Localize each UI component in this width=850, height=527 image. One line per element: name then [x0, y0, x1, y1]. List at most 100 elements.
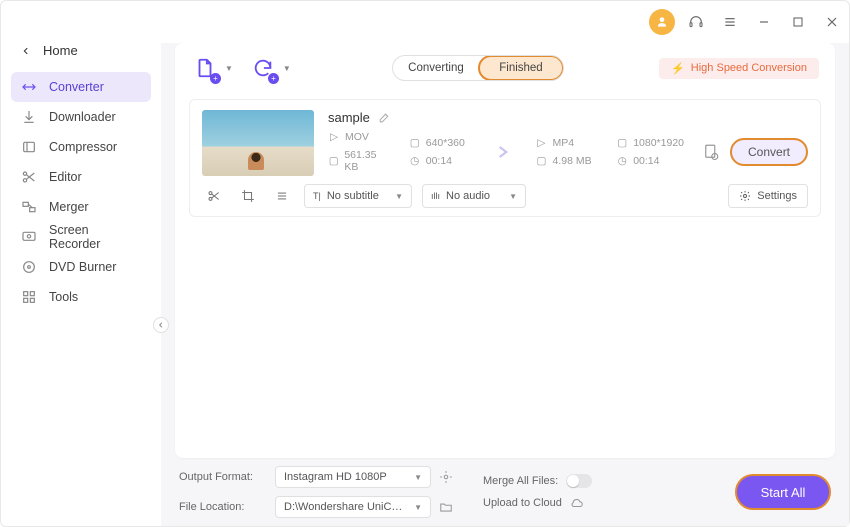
audio-value: No audio	[446, 190, 490, 202]
toolbar-row: + ▼ + ▼ Converting Finished ⚡ High Speed…	[175, 43, 835, 93]
chevron-down-icon: ▼	[414, 473, 422, 482]
sidebar-item-label: Screen Recorder	[49, 223, 141, 251]
add-url-button[interactable]: +	[249, 54, 277, 82]
output-settings-icon[interactable]	[702, 143, 720, 161]
hamburger-menu-icon[interactable]	[715, 7, 745, 37]
video-format-icon: ▷	[328, 131, 340, 143]
merge-label: Merge All Files:	[483, 475, 558, 487]
resolution-icon: ▢	[409, 137, 421, 149]
video-format-icon: ▷	[535, 137, 547, 149]
arrow-right-icon	[489, 142, 517, 162]
title-bar	[1, 1, 849, 43]
merge-icon	[21, 199, 37, 215]
merge-row: Merge All Files:	[483, 474, 592, 488]
sidebar-item-merger[interactable]: Merger	[11, 192, 151, 222]
plus-badge-icon: +	[210, 73, 221, 84]
app-body: Home Converter Downloader Compressor Edi…	[1, 43, 849, 526]
sidebar-item-downloader[interactable]: Downloader	[11, 102, 151, 132]
add-url-dropdown-caret[interactable]: ▼	[283, 64, 291, 73]
file-meta-grid: ▷MOV ▢561.35 KB ▢640*360 ◷00:14	[328, 131, 808, 173]
user-avatar-icon	[649, 9, 675, 35]
tab-converting[interactable]: Converting	[393, 56, 479, 80]
sidebar-item-label: Editor	[49, 170, 82, 184]
subtitle-t-icon: T|	[313, 191, 321, 201]
sidebar-item-label: DVD Burner	[49, 260, 116, 274]
video-thumbnail[interactable]	[202, 110, 314, 176]
file-name-row: sample	[328, 110, 808, 125]
add-file-button[interactable]: +	[191, 54, 219, 82]
settings-label: Settings	[757, 190, 797, 202]
upload-row: Upload to Cloud	[483, 496, 592, 510]
sidebar-item-label: Merger	[49, 200, 89, 214]
user-avatar-button[interactable]	[647, 7, 677, 37]
output-format-dropdown[interactable]: Instagram HD 1080P ▼	[275, 466, 431, 488]
window-close-button[interactable]	[817, 7, 847, 37]
home-back-button[interactable]: Home	[1, 43, 161, 68]
subtitle-value: No subtitle	[327, 190, 379, 202]
files-area: sample ▷MOV ▢561.35 KB ▢640*360	[175, 93, 835, 458]
chevron-down-icon: ▼	[414, 503, 422, 512]
open-folder-icon[interactable]	[439, 500, 453, 514]
bolt-icon: ⚡	[671, 62, 685, 75]
home-label: Home	[43, 43, 78, 58]
tab-finished[interactable]: Finished	[478, 55, 564, 81]
src-col-1: ▷MOV ▢561.35 KB	[328, 131, 391, 173]
add-file-dropdown-caret[interactable]: ▼	[225, 64, 233, 73]
sidebar-item-editor[interactable]: Editor	[11, 162, 151, 192]
sidebar-item-label: Compressor	[49, 140, 117, 154]
file-location-label: File Location:	[179, 501, 267, 513]
file-name: sample	[328, 110, 370, 125]
screen-recorder-icon	[21, 229, 37, 245]
output-format-row: Output Format: Instagram HD 1080P ▼	[179, 466, 453, 488]
plus-badge-icon: +	[268, 73, 279, 84]
merge-toggle[interactable]	[566, 474, 592, 488]
sidebar-item-compressor[interactable]: Compressor	[11, 132, 151, 162]
output-format-label: Output Format:	[179, 471, 267, 483]
tools-grid-icon	[21, 289, 37, 305]
scissors-icon	[21, 169, 37, 185]
nav-list: Converter Downloader Compressor Editor M…	[1, 68, 161, 312]
sidebar-item-label: Downloader	[49, 110, 116, 124]
file-row-bottom: T| No subtitle ▼ ıllı No audio ▼ Setting…	[202, 184, 808, 208]
bottom-mid: Merge All Files: Upload to Cloud	[483, 474, 592, 510]
sidebar-item-converter[interactable]: Converter	[11, 72, 151, 102]
subtitle-dropdown[interactable]: T| No subtitle ▼	[304, 184, 412, 208]
chevron-down-icon: ▼	[395, 192, 403, 201]
support-headset-icon[interactable]	[681, 7, 711, 37]
trim-cut-button[interactable]	[202, 185, 226, 207]
window-maximize-button[interactable]	[783, 7, 813, 37]
crop-button[interactable]	[236, 185, 260, 207]
status-tabs: Converting Finished	[392, 55, 564, 81]
dst-col-2: ▢1080*1920 ◷00:14	[616, 137, 684, 167]
file-location-row: File Location: D:\Wondershare UniConvert…	[179, 496, 453, 518]
chevron-down-icon: ▼	[509, 192, 517, 201]
sidebar-item-dvd-burner[interactable]: DVD Burner	[11, 252, 151, 282]
file-location-dropdown[interactable]: D:\Wondershare UniConverter 1 ▼	[275, 496, 431, 518]
row-settings-button[interactable]: Settings	[728, 184, 808, 208]
edit-pencil-icon[interactable]	[378, 111, 391, 124]
effects-list-button[interactable]	[270, 185, 294, 207]
window-minimize-button[interactable]	[749, 7, 779, 37]
chevron-left-icon	[157, 321, 165, 329]
sidebar-item-tools[interactable]: Tools	[11, 282, 151, 312]
file-row-top: sample ▷MOV ▢561.35 KB ▢640*360	[202, 110, 808, 176]
sidebar-item-screen-recorder[interactable]: Screen Recorder	[11, 222, 151, 252]
high-speed-label: High Speed Conversion	[691, 62, 807, 74]
bottom-left: Output Format: Instagram HD 1080P ▼ File…	[179, 466, 453, 518]
convert-button[interactable]: Convert	[730, 138, 808, 166]
cloud-upload-icon[interactable]	[570, 496, 584, 510]
file-size-icon: ▢	[328, 155, 339, 167]
main-panel: + ▼ + ▼ Converting Finished ⚡ High Speed…	[161, 43, 849, 526]
output-settings-gear-icon[interactable]	[439, 470, 453, 484]
chevron-left-icon	[21, 46, 31, 56]
sidebar: Home Converter Downloader Compressor Edi…	[1, 43, 161, 526]
high-speed-conversion-button[interactable]: ⚡ High Speed Conversion	[659, 58, 819, 79]
resolution-icon: ▢	[616, 137, 628, 149]
start-all-button[interactable]: Start All	[735, 474, 831, 510]
dst-col-1: ▷MP4 ▢4.98 MB	[535, 137, 598, 167]
audio-dropdown[interactable]: ıllı No audio ▼	[422, 184, 526, 208]
file-location-value: D:\Wondershare UniConverter 1	[284, 501, 408, 513]
sidebar-collapse-button[interactable]	[153, 317, 169, 333]
download-icon	[21, 109, 37, 125]
file-row: sample ▷MOV ▢561.35 KB ▢640*360	[189, 99, 821, 217]
